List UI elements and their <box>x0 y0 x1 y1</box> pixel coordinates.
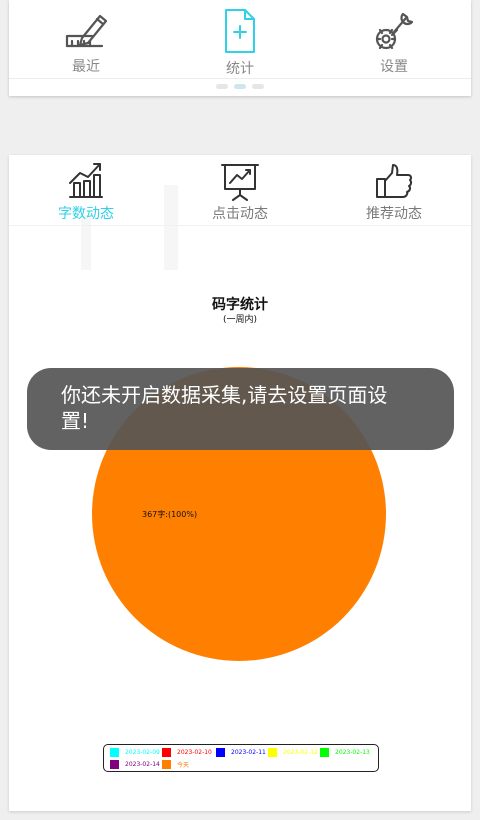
legend-item: 2023-02-14 <box>110 758 160 770</box>
legend-swatch <box>110 747 119 757</box>
tab-recent[interactable]: 最近 <box>9 0 163 80</box>
chart-legend: 2023-02-09 2023-02-10 2023-02-11 2023-02-12… <box>103 744 379 772</box>
page-indicator <box>9 84 471 92</box>
legend-item: 2023-02-09 <box>110 746 160 758</box>
page-dot-active <box>234 84 246 89</box>
tab-stats[interactable]: 统计 <box>163 0 317 80</box>
legend-swatch <box>162 759 171 769</box>
legend-swatch <box>320 747 329 757</box>
toast-line-2: 置! <box>61 409 90 433</box>
legend-label: 2023-02-09 <box>125 748 160 756</box>
legend-swatch <box>268 747 277 757</box>
app-screen: 最近 统计 设置 字数动态 点击动态 推荐动态 367字:(100%) 码字统计… <box>0 0 480 820</box>
edit-ruler-icon <box>65 14 108 48</box>
legend-label: 2023-02-12 <box>283 748 318 756</box>
legend-item: 今天 <box>162 758 189 770</box>
chart-subtitle: (一周内) <box>222 315 258 325</box>
toast-line-1: 你还未开启数据采集,请去设置页面设 <box>61 383 388 407</box>
legend-item: 2023-02-11 <box>216 746 266 758</box>
legend-label: 2023-02-13 <box>335 748 370 756</box>
legend-swatch <box>216 747 225 757</box>
tab-recent-label: 最近 <box>72 59 100 75</box>
top-nav: 最近 统计 设置 <box>9 0 471 96</box>
legend-item: 2023-02-10 <box>162 746 212 758</box>
tab-settings-label: 设置 <box>380 59 408 75</box>
document-add-icon <box>225 9 255 53</box>
tab-stats-label: 统计 <box>226 61 254 77</box>
legend-item: 2023-02-12 <box>268 746 318 758</box>
page-dot <box>252 84 264 89</box>
page-dot <box>216 84 228 89</box>
chart-title: 码字统计 <box>212 297 268 313</box>
legend-label: 2023-02-10 <box>177 748 212 756</box>
toast-message: 你还未开启数据采集,请去设置页面设 置! <box>27 368 454 450</box>
pie-chart: 367字:(100%) <box>92 367 386 661</box>
legend-item: 2023-02-13 <box>320 746 370 758</box>
legend-swatch <box>162 747 171 757</box>
legend-label: 2023-02-14 <box>125 760 160 768</box>
tab-settings[interactable]: 设置 <box>317 0 471 80</box>
stats-card: 字数动态 点击动态 推荐动态 367字:(100%) 码字统计 (一周内) 20… <box>9 155 471 811</box>
wrench-gear-icon <box>375 12 414 50</box>
legend-swatch <box>110 759 119 769</box>
legend-label: 今天 <box>177 761 190 769</box>
legend-label: 2023-02-11 <box>231 748 266 756</box>
top-nav-divider <box>9 78 471 79</box>
pie-slice-label: 367字:(100%) <box>142 509 197 519</box>
